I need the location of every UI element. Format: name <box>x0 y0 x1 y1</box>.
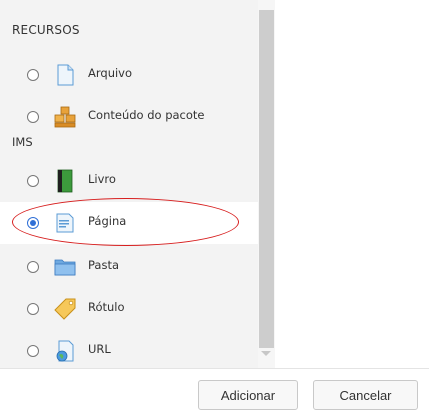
divider <box>0 368 429 369</box>
resource-option-url[interactable]: URL <box>0 330 258 368</box>
page-icon <box>53 211 77 235</box>
resource-chooser-panel: RECURSOS Arquivo Conteúdo do pacote IMS <box>0 0 260 368</box>
option-label: URL <box>88 342 111 356</box>
radio-button[interactable] <box>27 261 39 273</box>
cancel-button[interactable]: Cancelar <box>313 380 418 410</box>
ims-package-icon <box>53 105 77 129</box>
option-label: Página <box>88 214 127 228</box>
radio-button[interactable] <box>27 345 39 357</box>
option-label: Conteúdo do pacote <box>88 108 205 122</box>
section-title: RECURSOS <box>12 23 80 37</box>
radio-button[interactable] <box>27 175 39 187</box>
url-icon <box>53 339 77 363</box>
resource-option-arquivo[interactable]: Arquivo <box>0 54 258 96</box>
scrollbar-thumb[interactable] <box>259 10 274 348</box>
radio-button[interactable] <box>27 111 39 123</box>
option-label: Livro <box>88 172 116 186</box>
resource-option-pagina[interactable]: Página <box>0 202 258 244</box>
book-icon <box>53 169 77 193</box>
radio-button[interactable] <box>27 303 39 315</box>
option-label: Pasta <box>88 258 120 272</box>
radio-button-selected[interactable] <box>27 217 39 229</box>
resource-option-ims[interactable]: Conteúdo do pacote <box>0 96 258 138</box>
resource-option-pasta[interactable]: Pasta <box>0 246 258 288</box>
resource-option-rotulo[interactable]: Rótulo <box>0 288 258 330</box>
option-label: Arquivo <box>88 66 133 80</box>
resource-option-livro[interactable]: Livro <box>0 160 258 202</box>
add-button[interactable]: Adicionar <box>198 380 298 410</box>
option-label: Rótulo <box>88 300 125 314</box>
option-label-continued: IMS <box>12 135 33 149</box>
label-tag-icon <box>53 297 77 321</box>
scroll-down-arrow-icon[interactable] <box>261 351 271 356</box>
vertical-scrollbar[interactable] <box>258 0 275 368</box>
folder-icon <box>53 255 77 279</box>
radio-button[interactable] <box>27 69 39 81</box>
file-icon <box>53 63 77 87</box>
